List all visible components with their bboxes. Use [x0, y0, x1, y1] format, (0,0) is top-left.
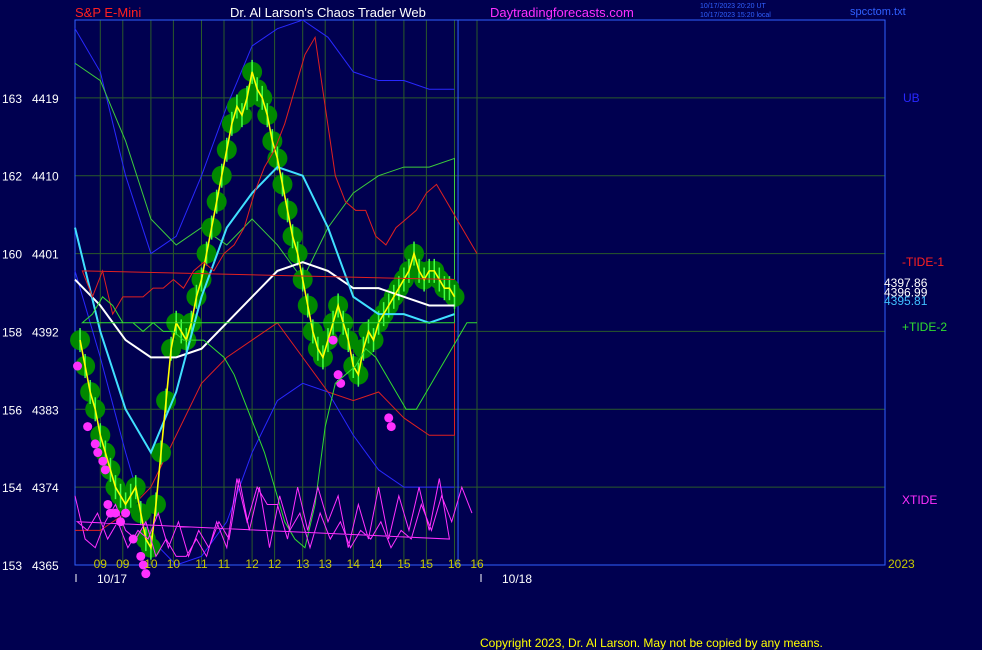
- x-tick-label: 14: [347, 557, 361, 571]
- pivot-marker: [328, 335, 338, 345]
- symbol-title: S&P E-Mini: [75, 5, 141, 20]
- y-tick-price: 4401: [32, 248, 59, 262]
- y-tick-cycle: 154: [2, 481, 22, 495]
- right-label: +TIDE-2: [902, 320, 947, 334]
- x-tick-label: 12: [268, 557, 282, 571]
- x-tick-label: 11: [195, 557, 208, 571]
- date-label: 10/18: [502, 572, 532, 586]
- x-tick-label: 13: [319, 557, 333, 571]
- timestamp-ut: 10/17/2023 20:20 UT: [700, 3, 766, 10]
- x-tick-label: 14: [369, 557, 383, 571]
- chart-canvas: 163 4419 162 4410 160 4401 158 4392 156 4383 154 43…: [2, 3, 947, 650]
- y-tick-cycle: 158: [2, 325, 22, 339]
- x-tick-label: 15: [397, 557, 411, 571]
- right-label: 4395.81: [884, 294, 928, 308]
- pivot-marker: [98, 456, 108, 466]
- right-label: -TIDE-1: [902, 255, 944, 269]
- x-tick-label: 16: [448, 557, 462, 571]
- pivot-marker: [121, 508, 131, 518]
- file-name: spcctom.txt: [850, 6, 906, 18]
- x-tick-label: 16: [470, 557, 484, 571]
- pivot-marker: [100, 465, 110, 475]
- x-tick-label: 15: [420, 557, 434, 571]
- site-title: Dr. Al Larson's Chaos Trader Web: [230, 5, 426, 20]
- pivot-marker: [384, 413, 394, 423]
- y-tick-cycle: 162: [2, 170, 22, 184]
- price-layer: [70, 59, 465, 560]
- pivot-marker: [83, 422, 93, 432]
- y-tick-price: 4392: [32, 325, 59, 339]
- right-label: XTIDE: [902, 493, 937, 507]
- y-tick-price: 4419: [32, 92, 59, 106]
- pivot-marker: [336, 378, 346, 388]
- y-tick-price: 4410: [32, 170, 59, 184]
- y-tick-cycle: 163: [2, 92, 22, 106]
- copyright-notice: Copyright 2023, Dr. Al Larson. May not b…: [480, 636, 823, 650]
- y-tick-price: 4374: [32, 481, 59, 495]
- x-tick-label: 11: [218, 557, 231, 571]
- x-tick-label: 12: [245, 557, 259, 571]
- x-tick-label: 10: [167, 557, 181, 571]
- date-label: 10/17: [97, 572, 127, 586]
- x-tick-label: 09: [94, 557, 108, 571]
- right-label: UB: [903, 91, 920, 105]
- y-tick-cycle: 153: [2, 559, 22, 573]
- y-tick-price: 4365: [32, 559, 59, 573]
- pivot-marker: [103, 499, 113, 509]
- pivot-marker: [93, 448, 103, 458]
- year-label: 2023: [888, 557, 915, 571]
- timestamp-local: 10/17/2023 15:20 local: [700, 12, 771, 19]
- y-tick-price: 4383: [32, 403, 59, 417]
- x-tick-label: 09: [116, 557, 130, 571]
- pivot-marker: [73, 361, 83, 371]
- pivot-marker: [90, 439, 100, 449]
- site-url[interactable]: Daytradingforecasts.com: [490, 5, 634, 20]
- x-tick-label: 13: [296, 557, 310, 571]
- y-tick-cycle: 160: [2, 248, 22, 262]
- pivot-marker: [386, 422, 396, 432]
- y-tick-cycle: 156: [2, 403, 22, 417]
- x-tick-label: 10: [144, 557, 158, 571]
